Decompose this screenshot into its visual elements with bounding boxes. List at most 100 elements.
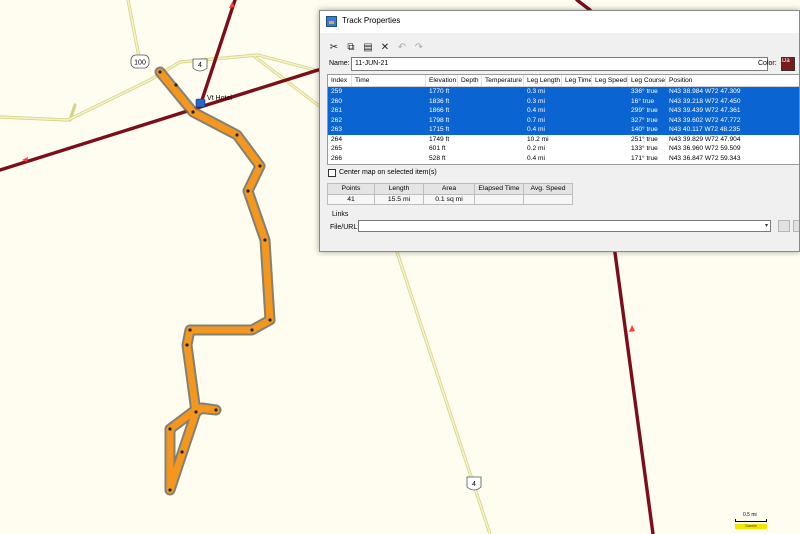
table-cell: 259	[331, 88, 343, 95]
table-cell	[352, 125, 426, 135]
table-cell: 1836 ft	[429, 97, 450, 105]
track-point[interactable]	[268, 318, 272, 322]
redo-icon[interactable]: ↷	[413, 41, 425, 53]
track-point[interactable]	[214, 408, 218, 412]
svg-text:4: 4	[198, 62, 202, 69]
table-cell	[562, 125, 592, 135]
copy-icon[interactable]: ⧉	[345, 41, 357, 53]
table-row[interactable]: 263 1715 ft 0.4 mi 140° true N43 40.117 W72 …	[328, 125, 799, 135]
table-row[interactable]: 260 1836 ft 0.3 mi 16° true N43 39.218 W72 4…	[328, 96, 799, 107]
table-cell	[592, 135, 628, 145]
stat-header: Length	[375, 184, 423, 195]
track-point[interactable]	[258, 164, 262, 168]
stat-avg-speed: Avg. Speed	[523, 183, 573, 205]
column-header[interactable]: Depth	[458, 75, 482, 86]
track-point[interactable]	[180, 450, 184, 454]
table-cell	[592, 97, 628, 107]
table-cell	[482, 125, 524, 135]
track-point[interactable]	[194, 410, 198, 414]
table-cell	[352, 106, 426, 116]
route-shield-4: 4	[192, 58, 208, 72]
table-row[interactable]: 265 601 ft 0.2 mi 133° true N43 36.960 W72 5…	[328, 144, 799, 154]
track-point[interactable]	[185, 343, 189, 347]
name-field[interactable]: 11-JUN-21	[351, 57, 768, 71]
name-label: Name:	[329, 60, 350, 67]
chevron-down-icon[interactable]: ▾	[765, 222, 768, 229]
table-cell: 1770 ft	[429, 88, 450, 95]
column-header[interactable]: Leg Speed	[592, 75, 628, 86]
table-cell: N43 36.847 W72 59.343	[669, 154, 741, 162]
table-cell	[352, 97, 426, 107]
file-url-input[interactable]: ▾	[358, 220, 771, 232]
track-point[interactable]	[168, 488, 172, 492]
stats-table: Points 41 Length 15.5 mi Area 0.1 sq mi …	[327, 183, 573, 205]
file-url-label: File/URL:	[330, 224, 360, 231]
table-cell: 16° true	[631, 97, 655, 105]
track-point[interactable]	[168, 427, 172, 431]
column-header[interactable]: Leg Length	[524, 75, 562, 86]
table-row[interactable]: 259 1770 ft 0.3 mi 336° true N43 38.984 W72 …	[328, 87, 799, 97]
column-header[interactable]: Leg Time	[562, 75, 592, 86]
track-points-table[interactable]: Index Time Elevation Depth Temperature L…	[327, 74, 799, 165]
track-point[interactable]	[263, 238, 267, 242]
table-cell	[482, 116, 524, 126]
hotel-icon	[195, 98, 206, 108]
table-cell	[592, 106, 628, 116]
table-cell: 264	[331, 135, 343, 143]
delete-icon[interactable]: ✕	[379, 41, 391, 53]
stat-header: Area	[424, 184, 474, 195]
table-cell	[458, 106, 482, 116]
track-properties-dialog: Track Properties ✂ ⧉ ▤ ✕ ↶ ↷ Name: 11-JU…	[319, 10, 800, 252]
table-cell	[458, 97, 482, 107]
table-cell	[458, 116, 482, 126]
title-bar[interactable]: Track Properties	[320, 11, 799, 33]
table-cell	[562, 97, 592, 107]
link-button[interactable]	[793, 220, 799, 232]
track-point[interactable]	[158, 70, 162, 74]
column-header[interactable]: Temperature	[482, 75, 524, 86]
table-cell	[482, 106, 524, 116]
track-point[interactable]	[188, 328, 192, 332]
cut-icon[interactable]: ✂	[328, 41, 340, 53]
stat-value: 15.5 mi	[375, 195, 423, 204]
svg-text:4: 4	[472, 481, 476, 488]
table-cell: 1798 ft	[429, 116, 450, 124]
table-cell	[352, 154, 426, 164]
table-cell	[458, 135, 482, 145]
track-point[interactable]	[174, 83, 178, 87]
track-point[interactable]	[250, 328, 254, 332]
browse-button[interactable]	[778, 220, 790, 232]
table-cell	[592, 154, 628, 164]
stat-header: Elapsed Time	[475, 184, 523, 195]
stat-header: Points	[328, 184, 374, 195]
table-cell: 0.4 mi	[527, 154, 545, 162]
undo-icon[interactable]: ↶	[396, 41, 408, 53]
center-map-checkbox[interactable]	[328, 169, 336, 177]
color-dropdown[interactable]: Da	[781, 57, 795, 71]
column-header[interactable]: Time	[352, 75, 426, 86]
column-header[interactable]: Position	[666, 75, 799, 86]
table-cell	[562, 87, 592, 97]
table-row[interactable]: 261 1866 ft 0.4 mi 299° true N43 39.439 W72 …	[328, 106, 799, 116]
table-row[interactable]: 266 528 ft 0.4 mi 171° true N43 36.847 W72 5…	[328, 154, 799, 164]
color-label: Color:	[758, 60, 777, 67]
table-row[interactable]: 264 1749 ft 10.2 mi 251° true N43 39.829 W72…	[328, 135, 799, 145]
table-row[interactable]: 262 1798 ft 0.7 mi 327° true N43 39.602 W72 …	[328, 115, 799, 126]
route-shield-4: 4	[466, 476, 482, 491]
map-scale: 0.5 mi Garmin	[733, 512, 769, 530]
track-point[interactable]	[191, 110, 195, 114]
scale-label: 0.5 mi	[743, 512, 757, 518]
table-cell	[482, 135, 524, 145]
toolbar: ✂ ⧉ ▤ ✕ ↶ ↷	[328, 40, 425, 54]
table-cell	[482, 154, 524, 164]
column-header[interactable]: Elevation	[426, 75, 458, 86]
paste-icon[interactable]: ▤	[362, 41, 374, 53]
track-point[interactable]	[235, 133, 239, 137]
track-point[interactable]	[246, 189, 250, 193]
table-cell: 601 ft	[429, 145, 446, 152]
table-cell	[482, 144, 524, 154]
table-header: Index Time Elevation Depth Temperature L…	[328, 75, 799, 87]
links-label: Links	[332, 211, 349, 218]
column-header[interactable]: Leg Course	[628, 75, 666, 86]
column-header[interactable]: Index	[328, 75, 352, 86]
